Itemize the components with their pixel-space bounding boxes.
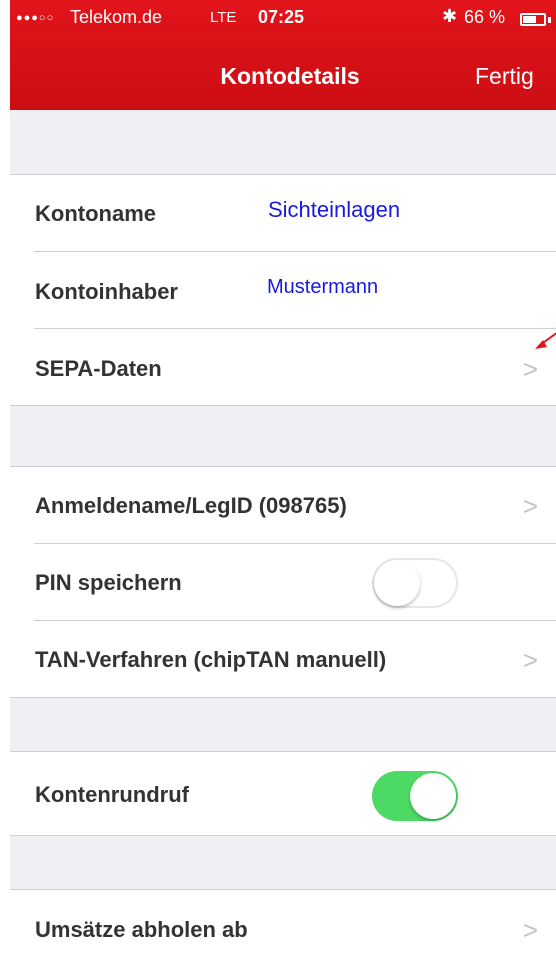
pin-save-toggle[interactable] [372,558,458,608]
login-name-label: Anmeldename/LegID (098765) [35,493,347,518]
row-divider [10,405,556,406]
outer-margin [0,0,10,966]
row-login-name[interactable]: Anmeldename/LegID (098765) > [10,467,556,544]
toggle-knob [410,773,456,819]
row-divider [10,697,556,698]
row-tan-method[interactable]: TAN-Verfahren (chipTAN manuell) > [10,621,556,698]
chevron-right-icon: > [522,491,538,521]
chevron-right-icon: > [522,915,538,945]
toggle-knob [374,560,420,606]
row-transactions-from[interactable]: Umsätze abholen ab > [10,890,556,966]
ios-screen: ●●●○○ Telekom.de LTE 07:25 ✱ 66 % Kontod… [10,0,556,966]
tan-method-label: TAN-Verfahren (chipTAN manuell) [35,647,387,672]
row-divider [10,835,556,836]
pin-save-label: PIN speichern [35,570,182,595]
row-pin-save: PIN speichern [10,544,556,621]
account-broadcast-label: Kontenrundruf [35,782,189,807]
annotation-arrow-icon [535,332,556,349]
row-account-broadcast: Kontenrundruf [10,752,556,836]
chevron-right-icon: > [522,645,538,675]
transactions-from-label: Umsätze abholen ab [35,917,248,942]
account-broadcast-toggle[interactable] [372,771,458,821]
